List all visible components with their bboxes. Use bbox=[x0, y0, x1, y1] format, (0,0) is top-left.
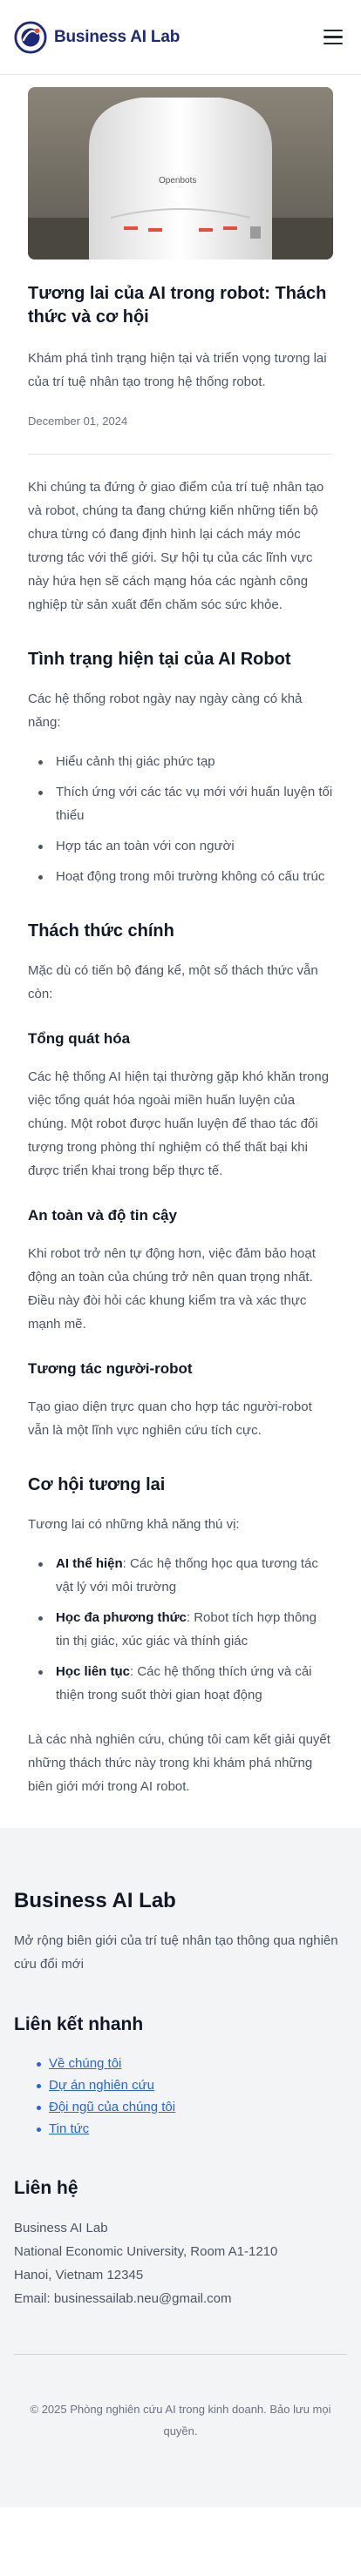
contact-address-line1: National Economic University, Room A1-12… bbox=[14, 2244, 278, 2259]
contact-address-line2: Hanoi, Vietnam 12345 bbox=[14, 2268, 144, 2283]
current-state-lead: Các hệ thống robot ngày nay ngày càng có… bbox=[28, 691, 303, 730]
opportunity-term: AI thể hiện bbox=[56, 1556, 123, 1571]
footer-link-team[interactable]: Đội ngũ của chúng tôi bbox=[49, 2100, 175, 2114]
heading-current-state: Tình trạng hiện tại của AI Robot bbox=[28, 650, 291, 669]
list-item: Học liên tục: Các hệ thống thích ứng và … bbox=[28, 1660, 333, 1707]
heading-generalization: Tổng quát hóa bbox=[28, 1030, 131, 1047]
footer-links-heading: Liên kết nhanh bbox=[14, 2014, 144, 2034]
hamburger-menu-icon[interactable] bbox=[319, 24, 347, 51]
footer-link-item: Đội ngũ của chúng tôi bbox=[14, 2096, 347, 2118]
heading-safety: An toàn và độ tin cậy bbox=[28, 1207, 177, 1224]
article-closing: Là các nhà nghiên cứu, chúng tôi cam kết… bbox=[28, 1732, 330, 1794]
list-item: Hoạt động trong môi trường không có cấu … bbox=[28, 865, 333, 888]
divider bbox=[28, 454, 333, 455]
opportunity-term: Học liên tục bbox=[56, 1664, 131, 1679]
safety-text: Khi robot trở nên tự động hơn, việc đảm … bbox=[28, 1246, 316, 1332]
hri-text: Tạo giao diện trực quan cho hợp tác ngườ… bbox=[28, 1399, 312, 1438]
footer-link-about[interactable]: Về chúng tôi bbox=[49, 2056, 121, 2071]
footer-divider bbox=[14, 2354, 347, 2355]
footer-link-item: Về chúng tôi bbox=[14, 2053, 347, 2074]
brand-logo-icon bbox=[14, 20, 47, 54]
challenges-lead: Mặc dù có tiến bộ đáng kể, một số thách … bbox=[28, 963, 318, 1001]
heading-challenges: Thách thức chính bbox=[28, 921, 174, 941]
footer-description: Mở rộng biên giới của trí tuệ nhân tạo t… bbox=[14, 1933, 338, 1972]
opportunities-list: AI thể hiện: Các hệ thống học qua tương … bbox=[28, 1552, 333, 1707]
footer-link-news[interactable]: Tin tức bbox=[49, 2121, 89, 2136]
footer-title: Business AI Lab bbox=[14, 1889, 176, 1912]
footer-contact-heading: Liên hệ bbox=[14, 2178, 78, 2198]
footer-link-item: Tin tức bbox=[14, 2118, 347, 2140]
footer-copyright: © 2025 Phòng nghiên cứu AI trong kinh do… bbox=[30, 2403, 331, 2438]
list-item: Học đa phương thức: Robot tích hợp thông… bbox=[28, 1606, 333, 1653]
hero-robot-text: Openbots bbox=[159, 176, 196, 185]
article-summary: Khám phá tình trạng hiện tại và triển vọ… bbox=[28, 351, 327, 389]
footer-links: Về chúng tôi Dự án nghiên cứu Đội ngũ củ… bbox=[14, 2053, 347, 2140]
list-item: Hiểu cảnh thị giác phức tạp bbox=[28, 750, 333, 773]
list-item: Hợp tác an toàn với con người bbox=[28, 834, 333, 858]
article-date: December 01, 2024 bbox=[28, 415, 128, 428]
list-item: Thích ứng với các tác vụ mới với huấn lu… bbox=[28, 780, 333, 827]
current-state-list: Hiểu cảnh thị giác phức tạp Thích ứng vớ… bbox=[28, 750, 333, 888]
brand-name: Business AI Lab bbox=[54, 27, 180, 46]
article-intro: Khi chúng ta đứng ở giao điểm của trí tu… bbox=[28, 480, 324, 612]
footer-contact: Business AI Lab National Economic Univer… bbox=[14, 2216, 347, 2310]
contact-name: Business AI Lab bbox=[14, 2221, 108, 2235]
heading-hri: Tương tác người-robot bbox=[28, 1360, 193, 1377]
site-header: Business AI Lab bbox=[0, 0, 361, 75]
article-title: Tương lai của AI trong robot: Thách thức… bbox=[28, 284, 327, 327]
footer-link-item: Dự án nghiên cứu bbox=[14, 2074, 347, 2096]
generalization-text: Các hệ thống AI hiện tại thường gặp khó … bbox=[28, 1069, 330, 1178]
list-item: AI thể hiện: Các hệ thống học qua tương … bbox=[28, 1552, 333, 1599]
site-footer: Business AI Lab Mở rộng biên giới của tr… bbox=[0, 1828, 361, 2507]
heading-opportunities: Cơ hội tương lai bbox=[28, 1475, 166, 1494]
brand-home-link[interactable]: Business AI Lab bbox=[14, 20, 180, 54]
opportunity-term: Học đa phương thức bbox=[56, 1610, 187, 1625]
footer-link-projects[interactable]: Dự án nghiên cứu bbox=[49, 2078, 154, 2093]
contact-email: Email: businessailab.neu@gmail.com bbox=[14, 2291, 232, 2306]
opportunities-lead: Tương lai có những khả năng thú vị: bbox=[28, 1517, 240, 1532]
article: Openbots Tương lai của AI trong robot: T… bbox=[0, 75, 361, 1798]
hero-image: Openbots bbox=[28, 87, 333, 260]
